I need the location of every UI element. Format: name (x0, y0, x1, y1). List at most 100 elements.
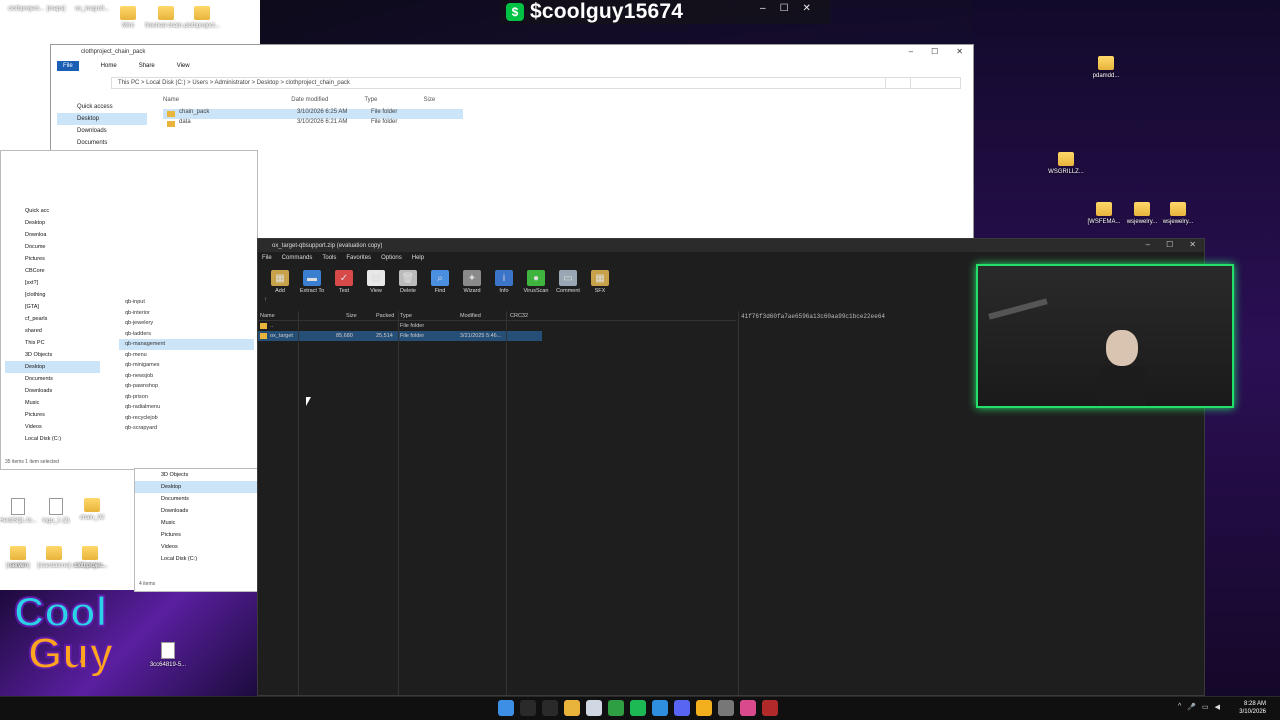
column-name[interactable]: Name (260, 313, 275, 319)
menu-tools[interactable]: Tools (322, 255, 336, 261)
column-size[interactable]: Size (346, 313, 357, 319)
nav-item[interactable]: Desktop (5, 217, 100, 229)
ribbon-tab-home[interactable]: Home (101, 63, 117, 69)
column-crc32[interactable]: CRC32 (510, 313, 528, 319)
minimize-icon[interactable]: – (1146, 240, 1150, 249)
nav-item[interactable]: cf_pearls (5, 313, 100, 325)
close-icon[interactable]: ✕ (956, 47, 963, 56)
nav-item[interactable]: 3D Objects (5, 349, 100, 361)
menu-options[interactable]: Options (381, 255, 402, 261)
nav-item[interactable]: Quick access (57, 101, 147, 113)
nav-item[interactable]: shared (5, 325, 100, 337)
folder-item[interactable]: qb-ladders (119, 329, 254, 340)
navigation-pane[interactable]: Quick acc Desktop Downloa Docume Pictures CBC… (5, 205, 100, 445)
close-icon[interactable]: ✕ (1189, 240, 1196, 249)
find-button[interactable]: ⌕ Find (426, 270, 454, 294)
nav-item[interactable]: 3D Objects (135, 469, 257, 481)
chrome-icon[interactable] (696, 700, 712, 716)
archive-row[interactable]: ox_target 85,680 25,514 File folder 3/21/202… (258, 331, 542, 341)
folder-item[interactable]: qb-prison (119, 392, 254, 403)
menu-help[interactable]: Help (412, 255, 424, 261)
maximize-icon[interactable]: ☐ (931, 47, 938, 56)
ribbon-tab-share[interactable]: Share (139, 63, 155, 69)
column-header[interactable]: Type (364, 97, 423, 103)
sfx-button[interactable]: ▦ SFX (586, 270, 614, 294)
nav-item[interactable]: Videos (135, 541, 257, 553)
nav-item[interactable]: Documents (5, 373, 100, 385)
menu-file[interactable]: File (262, 255, 272, 261)
taskbar-clock[interactable]: 8:28 AM 3/10/2026 (1239, 700, 1266, 716)
column-packed[interactable]: Packed (376, 313, 394, 319)
ribbon-tab-file[interactable]: File (57, 61, 79, 71)
menu-commands[interactable]: Commands (282, 255, 313, 261)
nav-item[interactable]: Pictures (135, 529, 257, 541)
info-button[interactable]: i Info (490, 270, 518, 294)
nav-item[interactable]: Pictures (5, 409, 100, 421)
desktop-icon[interactable]: chain_02 (62, 498, 122, 521)
network-icon[interactable]: ▭ (1202, 703, 1209, 711)
banner-window-controls[interactable]: – ☐ ✕ (760, 3, 811, 14)
folder-item[interactable]: qb-scrapyard (119, 423, 254, 434)
folder-item[interactable]: qb-interior (119, 308, 254, 319)
task-view-icon[interactable] (542, 700, 558, 716)
terminal-icon[interactable] (608, 700, 624, 716)
folder-item[interactable]: qb-pawnshop (119, 381, 254, 392)
desktop-icon[interactable]: wsjewelry... (1148, 202, 1208, 225)
nav-item[interactable]: CBCore (5, 265, 100, 277)
virusscan-button[interactable]: ● VirusScan (522, 270, 550, 294)
winrar-window-controls[interactable]: – ☐ ✕ (1146, 240, 1196, 249)
desktop-icon[interactable]: clothproject... (172, 6, 232, 29)
nav-item[interactable]: [GTA] (5, 301, 100, 313)
folder-item[interactable]: qb-minigames (119, 360, 254, 371)
archive-column-headers[interactable]: Name Size Packed Type Modified CRC32 (258, 311, 736, 321)
nav-item[interactable]: Quick acc (5, 205, 100, 217)
minimize-icon[interactable]: – (909, 47, 913, 56)
desktop-icon[interactable]: 3cc64819-5... (138, 642, 198, 668)
system-tray[interactable]: ^ 🎤 ▭ ◀ (1178, 703, 1220, 711)
comment-button[interactable]: ▭ Comment (554, 270, 582, 294)
nav-item[interactable]: Docume (5, 241, 100, 253)
spotify-icon[interactable] (630, 700, 646, 716)
column-header[interactable]: Date modified (291, 97, 364, 103)
delete-button[interactable]: 🗑 Delete (394, 270, 422, 294)
nav-item[interactable]: Desktop (5, 361, 100, 373)
nav-item[interactable]: Downloads (5, 385, 100, 397)
nav-item[interactable]: Desktop (135, 481, 257, 493)
menu-favorites[interactable]: Favorites (346, 255, 371, 261)
search-icon[interactable] (520, 700, 536, 716)
nav-item[interactable]: Documents (135, 493, 257, 505)
column-headers[interactable]: Name Date modified Type Size (163, 97, 463, 103)
file-explorer-icon[interactable] (564, 700, 580, 716)
maximize-icon[interactable]: ☐ (1166, 240, 1173, 249)
winrar-icon[interactable] (762, 700, 778, 716)
archive-row[interactable]: .. File folder (258, 321, 736, 331)
taskbar[interactable]: ^ 🎤 ▭ ◀ 8:28 AM 3/10/2026 (0, 696, 1280, 720)
file-list[interactable]: qb-input qb-interior qb-jewelery qb-ladders… (119, 297, 254, 434)
desktop-icon[interactable]: WSGRILLZ... (1036, 152, 1096, 175)
folder-item[interactable]: qb-newsjob (119, 371, 254, 382)
maximize-icon[interactable]: ☐ (780, 3, 789, 14)
minimize-icon[interactable]: – (760, 3, 766, 14)
add-button[interactable]: ▦ Add (266, 270, 294, 294)
folder-item[interactable]: qb-radialmenu (119, 402, 254, 413)
view-button[interactable]: ▤ View (362, 270, 390, 294)
nav-item[interactable]: This PC (5, 337, 100, 349)
search-input[interactable] (885, 77, 961, 89)
winrar-menubar[interactable]: File Commands Tools Favorites Options Help (258, 252, 1204, 264)
nav-item[interactable]: Local Disk (C:) (135, 553, 257, 565)
settings-icon[interactable] (718, 700, 734, 716)
folder-item[interactable]: qb-menu (119, 350, 254, 361)
nav-item[interactable]: Videos (5, 421, 100, 433)
folder-item[interactable]: qb-input (119, 297, 254, 308)
windows-start-icon[interactable] (498, 700, 514, 716)
nav-item[interactable]: [sxt?] (5, 277, 100, 289)
desktop-icon[interactable]: pdamdd... (1076, 56, 1136, 79)
explorer-window-small[interactable]: 3D Objects Desktop Documents Downloads Music… (134, 468, 258, 592)
explorer-window-controls[interactable]: – ☐ ✕ (909, 47, 963, 56)
navigation-pane[interactable]: 3D Objects Desktop Documents Downloads Music… (135, 469, 257, 565)
microphone-icon[interactable]: 🎤 (1187, 703, 1196, 711)
nav-item[interactable]: Music (135, 517, 257, 529)
wizard-button[interactable]: ✦ Wizard (458, 270, 486, 294)
file-row[interactable]: data 3/10/2026 6:21 AM File folder (163, 119, 463, 129)
desktop-icon[interactable]: clothproje... (60, 546, 120, 569)
